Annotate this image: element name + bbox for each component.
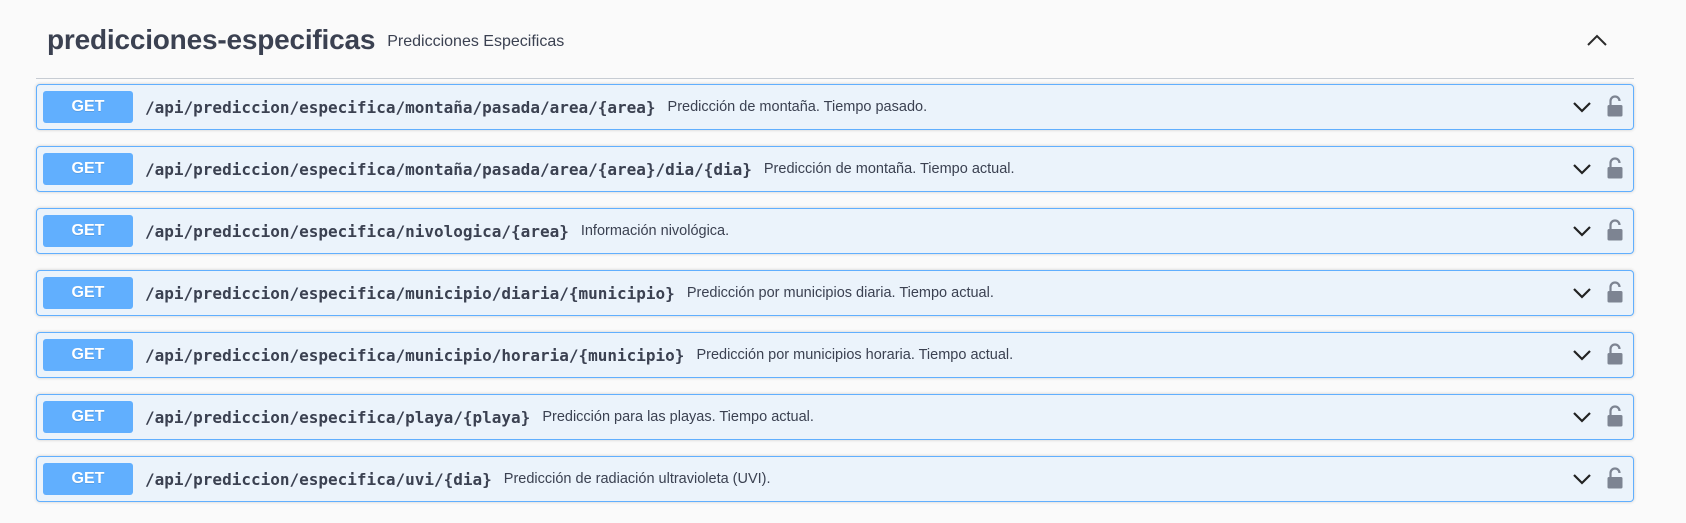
operation-summary: Predicción por municipios horaria. Tiemp…: [696, 347, 1014, 363]
tag-description: Predicciones Especificas: [387, 33, 565, 50]
operation-summary: Información nivológica.: [580, 223, 730, 239]
method-badge: GET: [43, 339, 133, 371]
operation-row[interactable]: GET /api/prediccion/especifica/uvi/{dia}…: [36, 456, 1634, 502]
chevron-up-icon[interactable]: [1584, 27, 1610, 53]
method-badge: GET: [43, 91, 133, 123]
chevron-down-icon[interactable]: [1571, 468, 1593, 490]
operation-row[interactable]: GET /api/prediccion/especifica/playa/{pl…: [36, 394, 1634, 440]
operation-path: /api/prediccion/especifica/playa/{playa}: [145, 407, 531, 427]
operation-summary: Predicción de montaña. Tiempo actual.: [763, 161, 1015, 177]
tag-section: predicciones-especificas Predicciones Es…: [36, 0, 1634, 502]
lock-icon[interactable]: [1605, 218, 1625, 242]
chevron-down-icon[interactable]: [1571, 344, 1593, 366]
operation-row[interactable]: GET /api/prediccion/especifica/nivologic…: [36, 208, 1634, 254]
operation-row[interactable]: GET /api/prediccion/especifica/montaña/p…: [36, 84, 1634, 130]
lock-icon[interactable]: [1605, 466, 1625, 490]
operation-row[interactable]: GET /api/prediccion/especifica/municipio…: [36, 332, 1634, 378]
operation-path: /api/prediccion/especifica/municipio/dia…: [145, 283, 675, 303]
method-badge: GET: [43, 463, 133, 495]
operation-row[interactable]: GET /api/prediccion/especifica/municipio…: [36, 270, 1634, 316]
operation-summary: Predicción para las playas. Tiempo actua…: [542, 409, 814, 425]
operation-summary: Predicción por municipios diaria. Tiempo…: [686, 285, 994, 301]
chevron-down-icon[interactable]: [1571, 220, 1593, 242]
chevron-down-icon[interactable]: [1571, 406, 1593, 428]
operation-summary: Predicción de radiación ultravioleta (UV…: [503, 471, 771, 487]
method-badge: GET: [43, 277, 133, 309]
operation-summary: Predicción de montaña. Tiempo pasado.: [667, 99, 928, 115]
tag-header[interactable]: predicciones-especificas Predicciones Es…: [36, 0, 1634, 79]
operation-path: /api/prediccion/especifica/montaña/pasad…: [145, 97, 656, 117]
method-badge: GET: [43, 401, 133, 433]
method-badge: GET: [43, 153, 133, 185]
lock-icon[interactable]: [1605, 156, 1625, 180]
tag-title[interactable]: predicciones-especificas: [47, 24, 375, 56]
method-badge: GET: [43, 215, 133, 247]
operation-path: /api/prediccion/especifica/nivologica/{a…: [145, 221, 569, 241]
lock-icon[interactable]: [1605, 342, 1625, 366]
lock-icon[interactable]: [1605, 94, 1625, 118]
operation-path: /api/prediccion/especifica/uvi/{dia}: [145, 469, 492, 489]
chevron-down-icon[interactable]: [1571, 282, 1593, 304]
chevron-down-icon[interactable]: [1571, 158, 1593, 180]
operation-row[interactable]: GET /api/prediccion/especifica/montaña/p…: [36, 146, 1634, 192]
lock-icon[interactable]: [1605, 404, 1625, 428]
operation-path: /api/prediccion/especifica/municipio/hor…: [145, 345, 685, 365]
chevron-down-icon[interactable]: [1571, 96, 1593, 118]
lock-icon[interactable]: [1605, 280, 1625, 304]
operation-path: /api/prediccion/especifica/montaña/pasad…: [145, 159, 752, 179]
